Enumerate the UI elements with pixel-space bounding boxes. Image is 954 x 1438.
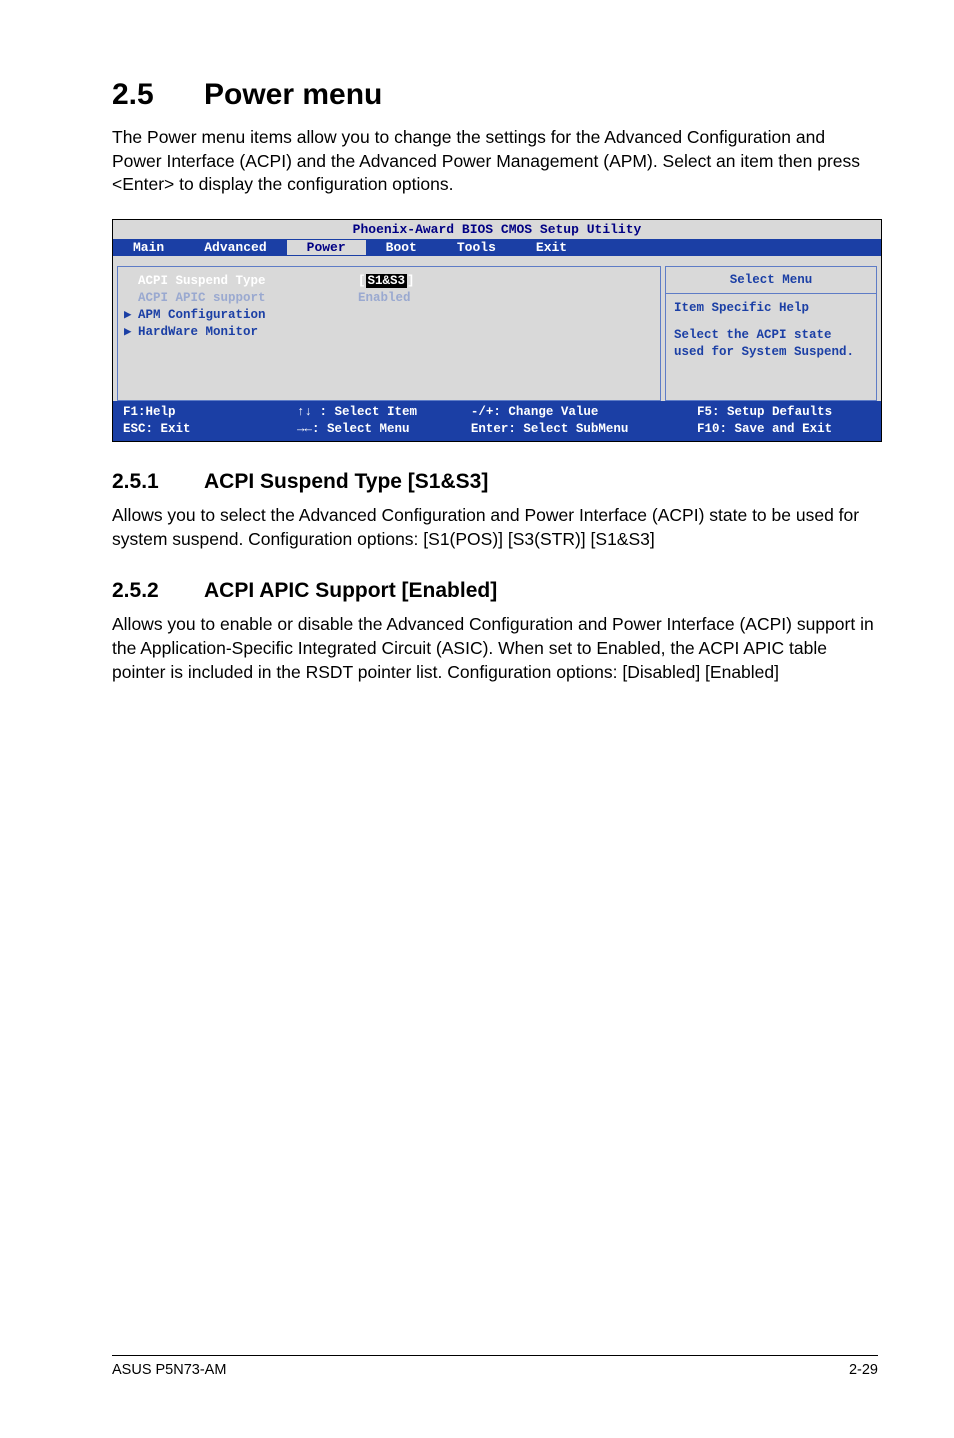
- bios-footer-col: F5: Setup Defaults F10: Save and Exit: [697, 404, 871, 438]
- bios-row-apm[interactable]: ▶ APM Configuration: [138, 307, 650, 324]
- section-252-body: Allows you to enable or disable the Adva…: [112, 613, 878, 684]
- bios-tab-advanced[interactable]: Advanced: [184, 240, 286, 255]
- bios-footer-col: F1:Help ESC: Exit: [123, 404, 297, 438]
- bios-row-acpi-apic[interactable]: ACPI APIC support Enabled: [138, 290, 650, 307]
- bios-row-acpi-suspend[interactable]: ACPI Suspend Type [S1&S3]: [138, 273, 650, 290]
- help-line: Select the ACPI state used for System Su…: [674, 327, 868, 361]
- section-title: ACPI Suspend Type [S1&S3]: [204, 470, 488, 493]
- section-num: 2.5.1: [112, 470, 204, 494]
- footer-left: ASUS P5N73-AM: [112, 1362, 226, 1378]
- title-text: Power menu: [204, 78, 382, 111]
- title-num: 2.5: [112, 78, 204, 112]
- bios-tabs: Main Advanced Power Boot Tools Exit: [113, 239, 881, 256]
- submenu-marker-icon: ▶: [124, 307, 132, 324]
- bios-banner: Phoenix-Award BIOS CMOS Setup Utility: [113, 220, 881, 239]
- bios-help-body: Item Specific Help Select the ACPI state…: [665, 294, 877, 402]
- bios-help-title: Select Menu: [665, 266, 877, 294]
- bios-value: [S1&S3]: [358, 273, 415, 290]
- bios-tab-main[interactable]: Main: [113, 240, 184, 255]
- bios-screenshot: Phoenix-Award BIOS CMOS Setup Utility Ma…: [112, 219, 882, 442]
- section-252-heading: 2.5.2ACPI APIC Support [Enabled]: [112, 579, 878, 603]
- bios-label: ACPI APIC support: [138, 290, 358, 307]
- bios-tab-power[interactable]: Power: [287, 240, 366, 255]
- section-251-body: Allows you to select the Advanced Config…: [112, 504, 878, 551]
- section-title: ACPI APIC Support [Enabled]: [204, 579, 497, 602]
- bios-gap: [113, 256, 881, 266]
- footer-right: 2-29: [849, 1362, 878, 1378]
- page-title: 2.5Power menu: [112, 78, 878, 112]
- help-line: Item Specific Help: [674, 300, 868, 317]
- bios-body: ACPI Suspend Type [S1&S3] ACPI APIC supp…: [113, 266, 881, 402]
- bios-main-panel: ACPI Suspend Type [S1&S3] ACPI APIC supp…: [117, 266, 661, 402]
- submenu-marker-icon: ▶: [124, 324, 132, 341]
- bios-value: Enabled: [358, 290, 411, 307]
- bios-footer-col: ↑↓ : Select Item →←: Select Menu: [297, 404, 471, 438]
- bios-label: HardWare Monitor: [138, 324, 358, 341]
- section-num: 2.5.2: [112, 579, 204, 603]
- bios-footer: F1:Help ESC: Exit ↑↓ : Select Item →←: S…: [113, 401, 881, 441]
- page-footer: ASUS P5N73-AM 2-29: [112, 1355, 878, 1378]
- bios-tab-exit[interactable]: Exit: [516, 240, 587, 255]
- bios-footer-col: -/+: Change Value Enter: Select SubMenu: [471, 404, 697, 438]
- bios-label: APM Configuration: [138, 307, 358, 324]
- bios-row-hwmonitor[interactable]: ▶ HardWare Monitor: [138, 324, 650, 341]
- bios-label: ACPI Suspend Type: [138, 273, 358, 290]
- bios-tab-tools[interactable]: Tools: [437, 240, 516, 255]
- bios-help-panel: Select Menu Item Specific Help Select th…: [665, 266, 877, 402]
- section-251-heading: 2.5.1ACPI Suspend Type [S1&S3]: [112, 470, 878, 494]
- bios-tab-boot[interactable]: Boot: [366, 240, 437, 255]
- intro-paragraph: The Power menu items allow you to change…: [112, 126, 878, 197]
